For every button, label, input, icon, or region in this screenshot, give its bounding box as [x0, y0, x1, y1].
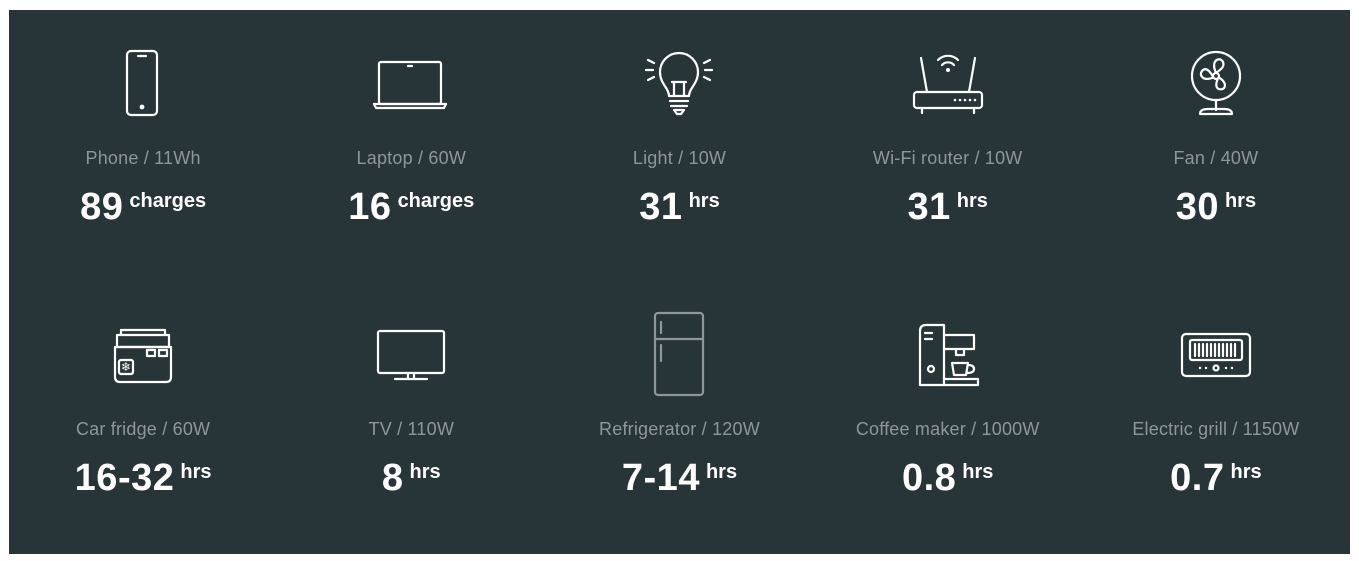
device-runtime: 89 charges	[9, 188, 277, 226]
device-runtime: 8 hrs	[277, 459, 545, 497]
runtime-value: 0.8	[901, 457, 957, 499]
electric-grill-icon	[1180, 319, 1252, 391]
device-runtime: 0.8 hrs	[814, 459, 1082, 497]
device-runtime-panel: Phone / 11Wh 89 charges Laptop / 60W 16 ch…	[9, 10, 1350, 554]
runtime-unit: hrs	[962, 461, 994, 483]
device-label: Coffee maker / 1000W	[855, 419, 1040, 439]
runtime-value: 0.7	[1170, 457, 1225, 499]
runtime-unit: hrs	[1224, 190, 1257, 212]
runtime-value: 31	[907, 186, 951, 228]
refrigerator-icon	[643, 311, 715, 397]
device-label: Light / 10W	[632, 148, 727, 168]
device-card-wifi-router: Wi-Fi router / 10W 31 hrs	[814, 10, 1082, 281]
device-label: TV / 110W	[368, 419, 455, 439]
device-label: Wi-Fi router / 10W	[872, 148, 1023, 168]
device-runtime: 7-14 hrs	[545, 459, 813, 497]
runtime-value: 30	[1175, 186, 1219, 228]
device-label: Electric grill / 1150W	[1132, 419, 1300, 439]
coffee-maker-icon	[912, 319, 984, 391]
phone-icon	[107, 48, 179, 120]
runtime-value: 16	[348, 186, 392, 228]
device-card-electric-grill: Electric grill / 1150W 0.7 hrs	[1082, 281, 1350, 554]
device-runtime: 16-32 hrs	[9, 459, 277, 497]
runtime-unit: hrs	[1230, 461, 1262, 483]
device-label: Phone / 11Wh	[85, 148, 201, 168]
device-card-light: Light / 10W 31 hrs	[545, 10, 813, 281]
runtime-unit: charges	[129, 190, 207, 212]
runtime-value: 31	[639, 186, 683, 228]
device-label: Laptop / 60W	[356, 148, 467, 168]
device-card-coffee-maker: Coffee maker / 1000W 0.8 hrs	[814, 281, 1082, 554]
runtime-unit: hrs	[956, 190, 988, 212]
laptop-icon	[373, 48, 448, 120]
device-label: Car fridge / 60W	[75, 419, 211, 439]
tv-icon	[375, 319, 447, 391]
device-card-car-fridge: ❄ Car fridge / 60W 16-32 hrs	[9, 281, 277, 554]
runtime-unit: charges	[397, 190, 475, 212]
device-runtime: 31 hrs	[814, 188, 1082, 226]
runtime-unit: hrs	[180, 461, 212, 483]
runtime-unit: hrs	[688, 190, 720, 212]
device-runtime: 0.7 hrs	[1082, 459, 1350, 497]
car-fridge-icon: ❄	[107, 319, 179, 391]
device-card-tv: TV / 110W 8 hrs	[277, 281, 545, 554]
runtime-value: 16-32	[74, 457, 175, 499]
fan-icon	[1180, 48, 1252, 120]
device-card-laptop: Laptop / 60W 16 charges	[277, 10, 545, 281]
device-card-refrigerator: Refrigerator / 120W 7-14 hrs	[545, 281, 813, 554]
device-runtime: 16 charges	[277, 188, 545, 226]
device-grid: Phone / 11Wh 89 charges Laptop / 60W 16 ch…	[9, 10, 1350, 554]
device-label: Refrigerator / 120W	[599, 419, 760, 439]
device-label: Fan / 40W	[1173, 148, 1259, 168]
runtime-unit: hrs	[409, 461, 441, 483]
runtime-unit: hrs	[705, 461, 738, 483]
runtime-value: 89	[80, 186, 124, 228]
device-runtime: 30 hrs	[1082, 188, 1350, 226]
svg-text:❄: ❄	[121, 360, 131, 374]
device-card-fan: Fan / 40W 30 hrs	[1082, 10, 1350, 281]
runtime-value: 8	[381, 457, 404, 499]
runtime-value: 7-14	[621, 457, 700, 499]
light-bulb-icon	[643, 48, 715, 120]
device-card-phone: Phone / 11Wh 89 charges	[9, 10, 277, 281]
device-runtime: 31 hrs	[545, 188, 813, 226]
wifi-router-icon	[912, 48, 984, 120]
